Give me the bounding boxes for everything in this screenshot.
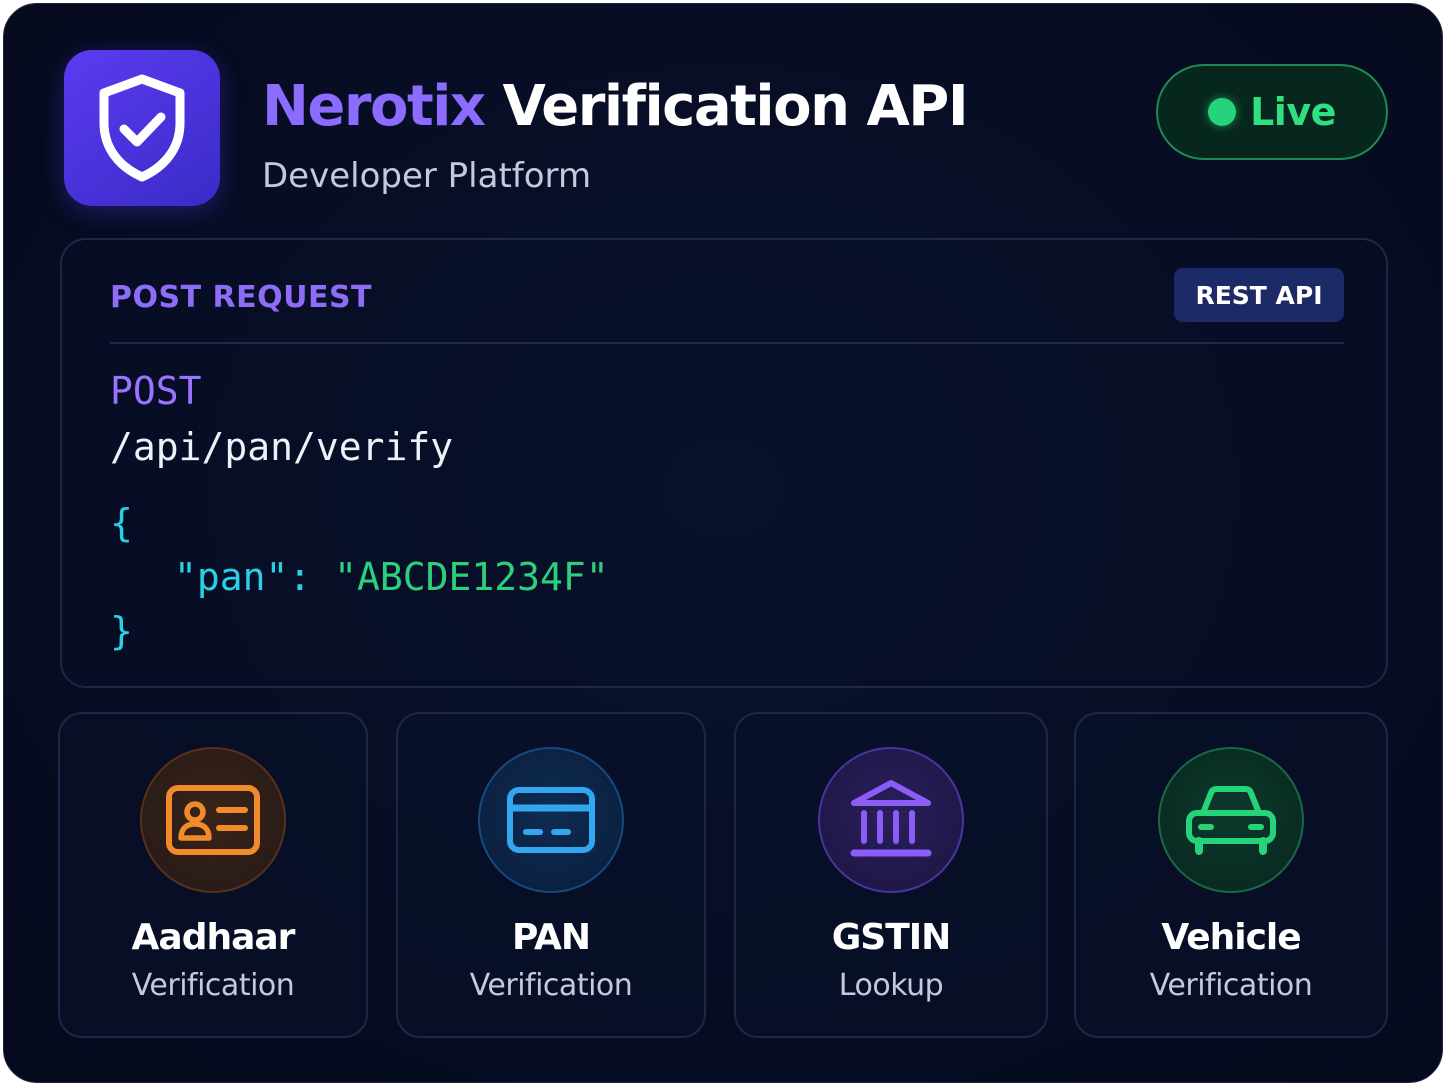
- json-key: "pan": [174, 555, 289, 599]
- vehicle-icon-circle: [1158, 747, 1304, 893]
- id-card-icon: [166, 785, 260, 855]
- service-subtitle: Verification: [131, 968, 295, 1003]
- service-title: PAN: [511, 917, 591, 958]
- json-value: "ABCDE1234F": [334, 555, 609, 599]
- brand-name: Nerotix: [262, 74, 486, 139]
- page-subtitle: Developer Platform: [262, 156, 592, 196]
- service-subtitle: Verification: [469, 968, 633, 1003]
- service-tile-gstin[interactable]: GSTIN Lookup: [734, 712, 1048, 1038]
- rest-api-badge[interactable]: REST API: [1174, 268, 1344, 322]
- service-tile-pan[interactable]: PAN Verification: [396, 712, 706, 1038]
- live-status-badge[interactable]: Live: [1156, 64, 1388, 160]
- endpoint-path: /api/pan/verify: [110, 425, 454, 469]
- app-logo: [64, 50, 220, 206]
- service-tile-vehicle[interactable]: Vehicle Verification: [1074, 712, 1388, 1038]
- service-subtitle: Lookup: [838, 968, 944, 1003]
- service-title: Vehicle: [1161, 917, 1301, 958]
- request-panel: POST REQUEST REST API POST /api/pan/veri…: [60, 238, 1388, 688]
- bank-building-icon: [850, 780, 932, 857]
- request-divider: [110, 342, 1344, 344]
- service-tile-aadhaar[interactable]: Aadhaar Verification: [58, 712, 368, 1038]
- title-text: Verification API: [502, 74, 969, 139]
- http-method: POST: [110, 369, 202, 413]
- api-card: Nerotix Verification API Developer Platf…: [3, 3, 1443, 1083]
- shield-check-icon: [99, 74, 185, 182]
- service-title: GSTIN: [831, 917, 952, 958]
- json-colon: :: [288, 555, 335, 599]
- car-icon: [1186, 786, 1276, 855]
- json-open-brace: {: [110, 501, 133, 545]
- request-label: POST REQUEST: [110, 280, 373, 315]
- status-dot-icon: [1208, 98, 1237, 126]
- json-close-brace: }: [110, 609, 133, 653]
- json-body-line: "pan": "ABCDE1234F": [174, 554, 609, 600]
- live-status-label: Live: [1250, 90, 1336, 134]
- service-title: Aadhaar: [131, 917, 296, 958]
- credit-card-icon: [507, 787, 595, 853]
- page-title: Nerotix Verification API: [262, 72, 969, 142]
- gstin-icon-circle: [818, 747, 964, 893]
- service-subtitle: Verification: [1149, 968, 1313, 1003]
- pan-icon-circle: [478, 747, 624, 893]
- aadhaar-icon-circle: [140, 747, 286, 893]
